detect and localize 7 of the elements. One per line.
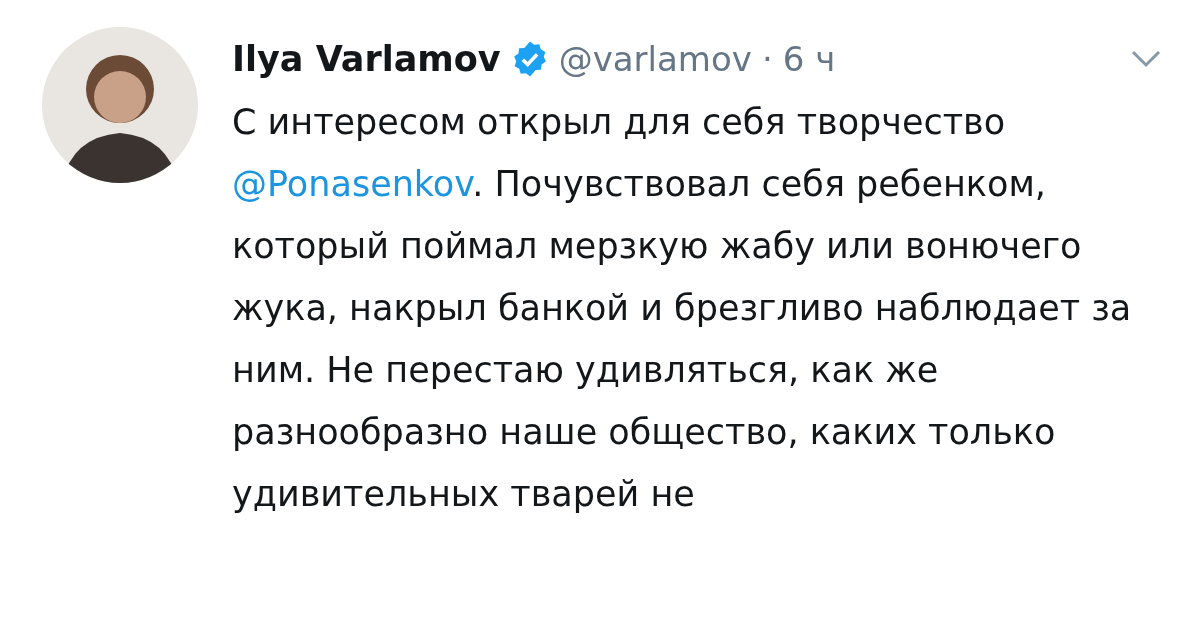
author-name[interactable]: Ilya Varlamov [232,39,501,79]
timestamp[interactable]: 6 ч [782,39,836,79]
caret-icon[interactable] [1130,49,1162,69]
separator: · [761,39,773,79]
author-handle[interactable]: @varlamov [558,39,752,79]
tweet-text: С интересом открыл для себя творчество @Ponasenkov. Почувствовал себя ребенком, который поймал мерзкую жабу или вонючего жука, накрыл банкой и брезгливо наблюдает за ним. Не перестаю удивляться, как же разнообразно наше общество, каких только удивительных тварей не [232,101,1133,516]
mention-link[interactable]: @Ponasenkov [232,164,473,204]
